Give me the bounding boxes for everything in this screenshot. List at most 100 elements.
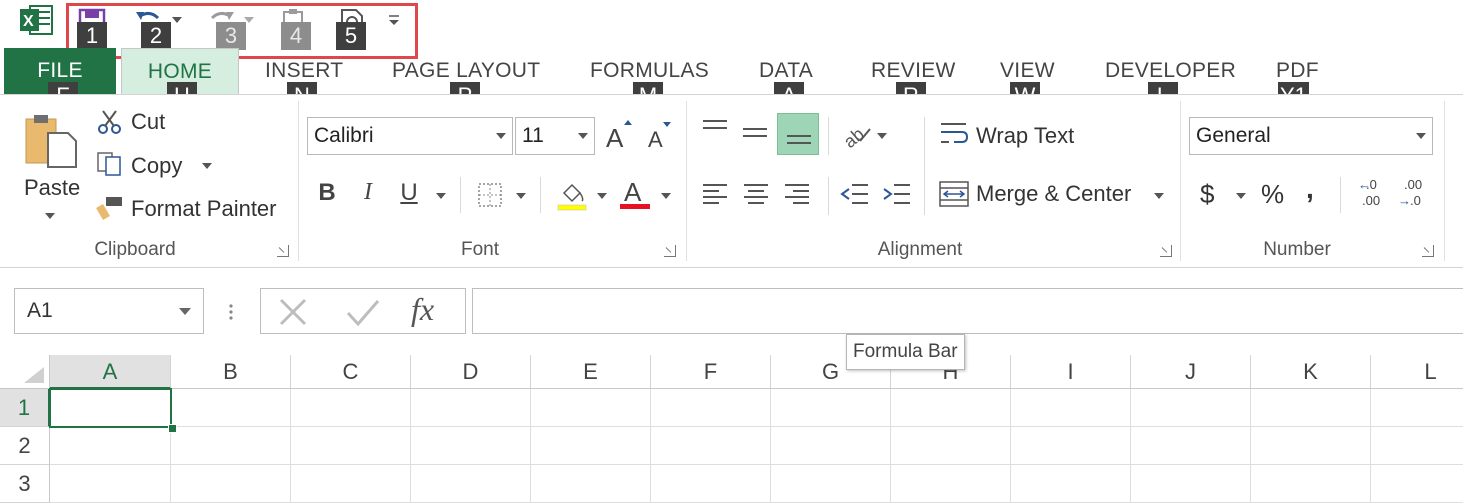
format-painter-icon[interactable] xyxy=(96,195,124,221)
clipboard-launcher-icon[interactable] xyxy=(277,245,289,257)
cell-l3[interactable] xyxy=(1371,465,1463,503)
copy-dropdown-arrow[interactable] xyxy=(202,163,212,169)
cell-g1[interactable] xyxy=(771,389,891,427)
undo-dropdown-arrow[interactable] xyxy=(172,17,182,23)
cell-f3[interactable] xyxy=(651,465,771,503)
cell-a3[interactable] xyxy=(50,465,171,503)
cell-b3[interactable] xyxy=(171,465,291,503)
merge-center-label[interactable]: Merge & Center xyxy=(976,181,1131,207)
cell-j2[interactable] xyxy=(1131,427,1251,465)
orientation-dropdown-arrow[interactable] xyxy=(877,133,887,139)
font-launcher-icon[interactable] xyxy=(664,245,676,257)
copy-label[interactable]: Copy xyxy=(131,153,182,179)
cell-f1[interactable] xyxy=(651,389,771,427)
format-painter-label[interactable]: Format Painter xyxy=(131,196,277,222)
cell-j3[interactable] xyxy=(1131,465,1251,503)
cell-i3[interactable] xyxy=(1011,465,1131,503)
enter-icon[interactable] xyxy=(345,297,381,327)
cut-icon[interactable] xyxy=(96,109,124,135)
cell-a2[interactable] xyxy=(50,427,171,465)
column-header-l[interactable]: L xyxy=(1371,355,1463,389)
cell-j1[interactable] xyxy=(1131,389,1251,427)
accounting-dropdown-arrow[interactable] xyxy=(1236,193,1246,199)
align-right-icon[interactable] xyxy=(782,181,812,207)
increase-indent-icon[interactable] xyxy=(882,181,912,207)
underline-dropdown-arrow[interactable] xyxy=(436,193,446,199)
cell-b1[interactable] xyxy=(171,389,291,427)
cell-e2[interactable] xyxy=(531,427,651,465)
number-format-dropdown[interactable]: General xyxy=(1189,117,1433,155)
cut-label[interactable]: Cut xyxy=(131,109,165,135)
cell-k2[interactable] xyxy=(1251,427,1371,465)
align-left-icon[interactable] xyxy=(700,181,730,207)
column-header-b[interactable]: B xyxy=(171,355,291,389)
decrease-indent-icon[interactable] xyxy=(840,181,870,207)
underline-button[interactable]: U xyxy=(396,179,422,207)
cell-i2[interactable] xyxy=(1011,427,1131,465)
cell-k1[interactable] xyxy=(1251,389,1371,427)
accounting-format-button[interactable]: $ xyxy=(1200,179,1214,210)
percent-style-button[interactable]: % xyxy=(1261,179,1284,210)
column-header-i[interactable]: I xyxy=(1011,355,1131,389)
fill-color-dropdown-arrow[interactable] xyxy=(597,193,607,199)
cell-c2[interactable] xyxy=(291,427,411,465)
insert-function-button[interactable]: fx xyxy=(411,291,434,328)
comma-style-button[interactable]: , xyxy=(1306,173,1314,205)
row-header-1[interactable]: 1 xyxy=(0,389,50,427)
row-header-2[interactable]: 2 xyxy=(0,427,50,465)
column-header-k[interactable]: K xyxy=(1251,355,1371,389)
borders-dropdown-arrow[interactable] xyxy=(516,193,526,199)
top-align-icon[interactable] xyxy=(700,117,730,143)
wrap-text-icon[interactable] xyxy=(938,119,970,149)
cell-i1[interactable] xyxy=(1011,389,1131,427)
select-all-corner[interactable] xyxy=(0,355,50,389)
cell-d3[interactable] xyxy=(411,465,531,503)
cell-c1[interactable] xyxy=(291,389,411,427)
decrease-font-size-icon[interactable]: A xyxy=(646,121,672,151)
column-header-a[interactable]: A xyxy=(50,355,171,389)
decrease-decimal-button[interactable]: .00 → .0 xyxy=(1398,177,1432,213)
cell-h3[interactable] xyxy=(891,465,1011,503)
column-header-e[interactable]: E xyxy=(531,355,651,389)
cancel-icon[interactable] xyxy=(277,297,309,327)
merge-center-dropdown-arrow[interactable] xyxy=(1154,193,1164,199)
cell-e3[interactable] xyxy=(531,465,651,503)
paste-dropdown-arrow[interactable] xyxy=(45,213,55,219)
paste-icon[interactable] xyxy=(22,111,82,169)
active-cell[interactable] xyxy=(49,388,172,428)
merge-center-icon[interactable] xyxy=(938,179,970,209)
number-launcher-icon[interactable] xyxy=(1422,245,1434,257)
bottom-align-button[interactable] xyxy=(777,113,819,155)
formula-input[interactable] xyxy=(472,288,1463,334)
wrap-text-label[interactable]: Wrap Text xyxy=(976,123,1074,149)
alignment-launcher-icon[interactable] xyxy=(1160,245,1172,257)
cell-e1[interactable] xyxy=(531,389,651,427)
cell-c3[interactable] xyxy=(291,465,411,503)
middle-align-icon[interactable] xyxy=(740,123,770,149)
cell-h2[interactable] xyxy=(891,427,1011,465)
row-header-3[interactable]: 3 xyxy=(0,465,50,503)
fill-handle[interactable] xyxy=(168,424,177,433)
fill-color-icon[interactable] xyxy=(556,179,588,211)
cell-h1[interactable] xyxy=(891,389,1011,427)
bold-button[interactable]: B xyxy=(314,179,340,207)
font-color-dropdown-arrow[interactable] xyxy=(661,193,671,199)
cell-l2[interactable] xyxy=(1371,427,1463,465)
font-size-dropdown[interactable]: 11 xyxy=(515,117,595,155)
formula-bar-resize-handle[interactable] xyxy=(226,300,236,324)
cell-b2[interactable] xyxy=(171,427,291,465)
cell-d2[interactable] xyxy=(411,427,531,465)
column-header-f[interactable]: F xyxy=(651,355,771,389)
orientation-icon[interactable]: ab xyxy=(840,119,874,149)
column-header-d[interactable]: D xyxy=(411,355,531,389)
align-center-icon[interactable] xyxy=(741,181,771,207)
font-name-dropdown[interactable]: Calibri xyxy=(307,117,513,155)
column-header-c[interactable]: C xyxy=(291,355,411,389)
cell-g3[interactable] xyxy=(771,465,891,503)
increase-decimal-button[interactable]: ← .0 .00 xyxy=(1356,177,1390,213)
font-color-icon[interactable]: A xyxy=(618,177,652,211)
increase-font-size-icon[interactable]: A xyxy=(604,119,634,151)
cell-g2[interactable] xyxy=(771,427,891,465)
cell-k3[interactable] xyxy=(1251,465,1371,503)
cell-l1[interactable] xyxy=(1371,389,1463,427)
